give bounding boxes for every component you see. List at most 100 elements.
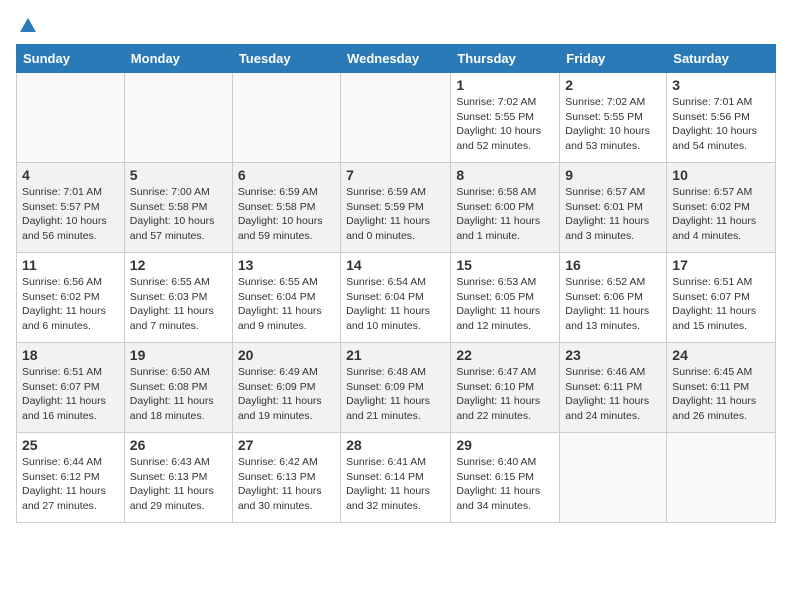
day-info: Sunrise: 6:59 AMSunset: 5:58 PMDaylight:… [238,185,335,244]
day-info: Sunrise: 6:57 AMSunset: 6:02 PMDaylight:… [672,185,770,244]
calendar-cell: 19 Sunrise: 6:50 AMSunset: 6:08 PMDayligh… [124,343,232,433]
day-info: Sunrise: 6:48 AMSunset: 6:09 PMDaylight:… [346,365,445,424]
calendar-cell: 28 Sunrise: 6:41 AMSunset: 6:14 PMDayligh… [341,433,451,523]
calendar-cell [232,73,340,163]
day-info: Sunrise: 6:57 AMSunset: 6:01 PMDaylight:… [565,185,661,244]
day-info: Sunrise: 7:02 AMSunset: 5:55 PMDaylight:… [565,95,661,154]
calendar-cell: 7 Sunrise: 6:59 AMSunset: 5:59 PMDaylight… [341,163,451,253]
header-monday: Monday [124,45,232,73]
calendar-week-row: 18 Sunrise: 6:51 AMSunset: 6:07 PMDayligh… [17,343,776,433]
day-number: 28 [346,437,445,453]
day-info: Sunrise: 6:51 AMSunset: 6:07 PMDaylight:… [22,365,119,424]
day-info: Sunrise: 7:02 AMSunset: 5:55 PMDaylight:… [456,95,554,154]
day-info: Sunrise: 6:51 AMSunset: 6:07 PMDaylight:… [672,275,770,334]
header-sunday: Sunday [17,45,125,73]
calendar-cell: 16 Sunrise: 6:52 AMSunset: 6:06 PMDayligh… [560,253,667,343]
calendar-cell: 25 Sunrise: 6:44 AMSunset: 6:12 PMDayligh… [17,433,125,523]
day-number: 29 [456,437,554,453]
header-wednesday: Wednesday [341,45,451,73]
day-number: 24 [672,347,770,363]
logo [16,16,38,36]
day-number: 25 [22,437,119,453]
header-friday: Friday [560,45,667,73]
calendar-cell: 29 Sunrise: 6:40 AMSunset: 6:15 PMDayligh… [451,433,560,523]
calendar-cell [560,433,667,523]
day-info: Sunrise: 6:50 AMSunset: 6:08 PMDaylight:… [130,365,227,424]
header-saturday: Saturday [667,45,776,73]
day-info: Sunrise: 6:52 AMSunset: 6:06 PMDaylight:… [565,275,661,334]
day-info: Sunrise: 6:45 AMSunset: 6:11 PMDaylight:… [672,365,770,424]
calendar-cell: 23 Sunrise: 6:46 AMSunset: 6:11 PMDayligh… [560,343,667,433]
day-info: Sunrise: 6:41 AMSunset: 6:14 PMDaylight:… [346,455,445,514]
calendar-week-row: 4 Sunrise: 7:01 AMSunset: 5:57 PMDaylight… [17,163,776,253]
calendar: SundayMondayTuesdayWednesdayThursdayFrid… [16,44,776,523]
day-number: 2 [565,77,661,93]
day-info: Sunrise: 6:42 AMSunset: 6:13 PMDaylight:… [238,455,335,514]
calendar-cell: 3 Sunrise: 7:01 AMSunset: 5:56 PMDaylight… [667,73,776,163]
day-number: 17 [672,257,770,273]
header-tuesday: Tuesday [232,45,340,73]
day-info: Sunrise: 7:01 AMSunset: 5:56 PMDaylight:… [672,95,770,154]
day-number: 22 [456,347,554,363]
day-number: 1 [456,77,554,93]
calendar-week-row: 25 Sunrise: 6:44 AMSunset: 6:12 PMDayligh… [17,433,776,523]
calendar-cell: 9Sunrise: 6:57 AMSunset: 6:01 PMDaylight… [560,163,667,253]
day-number: 19 [130,347,227,363]
day-number: 18 [22,347,119,363]
day-number: 27 [238,437,335,453]
day-number: 6 [238,167,335,183]
day-info: Sunrise: 6:40 AMSunset: 6:15 PMDaylight:… [456,455,554,514]
calendar-cell [17,73,125,163]
day-number: 7 [346,167,445,183]
day-number: 8 [456,167,554,183]
calendar-cell: 10Sunrise: 6:57 AMSunset: 6:02 PMDayligh… [667,163,776,253]
day-info: Sunrise: 7:00 AMSunset: 5:58 PMDaylight:… [130,185,227,244]
day-info: Sunrise: 6:59 AMSunset: 5:59 PMDaylight:… [346,185,445,244]
calendar-cell: 5Sunrise: 7:00 AMSunset: 5:58 PMDaylight… [124,163,232,253]
calendar-cell: 6 Sunrise: 6:59 AMSunset: 5:58 PMDaylight… [232,163,340,253]
calendar-cell: 12Sunrise: 6:55 AMSunset: 6:03 PMDayligh… [124,253,232,343]
header [16,16,776,36]
day-info: Sunrise: 6:43 AMSunset: 6:13 PMDaylight:… [130,455,227,514]
header-thursday: Thursday [451,45,560,73]
day-info: Sunrise: 6:56 AMSunset: 6:02 PMDaylight:… [22,275,119,334]
calendar-week-row: 11Sunrise: 6:56 AMSunset: 6:02 PMDayligh… [17,253,776,343]
calendar-cell: 26 Sunrise: 6:43 AMSunset: 6:13 PMDayligh… [124,433,232,523]
day-number: 23 [565,347,661,363]
day-info: Sunrise: 6:58 AMSunset: 6:00 PMDaylight:… [456,185,554,244]
calendar-week-row: 1 Sunrise: 7:02 AMSunset: 5:55 PMDaylight… [17,73,776,163]
calendar-cell: 2 Sunrise: 7:02 AMSunset: 5:55 PMDaylight… [560,73,667,163]
logo-icon [18,16,38,36]
calendar-cell: 11Sunrise: 6:56 AMSunset: 6:02 PMDayligh… [17,253,125,343]
calendar-cell [341,73,451,163]
day-info: Sunrise: 6:54 AMSunset: 6:04 PMDaylight:… [346,275,445,334]
day-info: Sunrise: 6:49 AMSunset: 6:09 PMDaylight:… [238,365,335,424]
calendar-cell: 20 Sunrise: 6:49 AMSunset: 6:09 PMDayligh… [232,343,340,433]
day-info: Sunrise: 7:01 AMSunset: 5:57 PMDaylight:… [22,185,119,244]
calendar-cell: 1 Sunrise: 7:02 AMSunset: 5:55 PMDaylight… [451,73,560,163]
day-number: 21 [346,347,445,363]
calendar-cell: 15 Sunrise: 6:53 AMSunset: 6:05 PMDayligh… [451,253,560,343]
calendar-cell: 13 Sunrise: 6:55 AMSunset: 6:04 PMDayligh… [232,253,340,343]
calendar-cell: 27 Sunrise: 6:42 AMSunset: 6:13 PMDayligh… [232,433,340,523]
calendar-cell: 24 Sunrise: 6:45 AMSunset: 6:11 PMDayligh… [667,343,776,433]
calendar-cell: 14Sunrise: 6:54 AMSunset: 6:04 PMDayligh… [341,253,451,343]
day-number: 20 [238,347,335,363]
day-info: Sunrise: 6:55 AMSunset: 6:04 PMDaylight:… [238,275,335,334]
calendar-cell: 22 Sunrise: 6:47 AMSunset: 6:10 PMDayligh… [451,343,560,433]
day-info: Sunrise: 6:53 AMSunset: 6:05 PMDaylight:… [456,275,554,334]
day-number: 4 [22,167,119,183]
calendar-cell [124,73,232,163]
calendar-cell: 4 Sunrise: 7:01 AMSunset: 5:57 PMDaylight… [17,163,125,253]
calendar-cell: 8 Sunrise: 6:58 AMSunset: 6:00 PMDaylight… [451,163,560,253]
day-info: Sunrise: 6:55 AMSunset: 6:03 PMDaylight:… [130,275,227,334]
day-number: 16 [565,257,661,273]
day-info: Sunrise: 6:44 AMSunset: 6:12 PMDaylight:… [22,455,119,514]
day-number: 13 [238,257,335,273]
calendar-cell [667,433,776,523]
day-info: Sunrise: 6:47 AMSunset: 6:10 PMDaylight:… [456,365,554,424]
day-number: 26 [130,437,227,453]
day-number: 15 [456,257,554,273]
day-number: 3 [672,77,770,93]
day-info: Sunrise: 6:46 AMSunset: 6:11 PMDaylight:… [565,365,661,424]
